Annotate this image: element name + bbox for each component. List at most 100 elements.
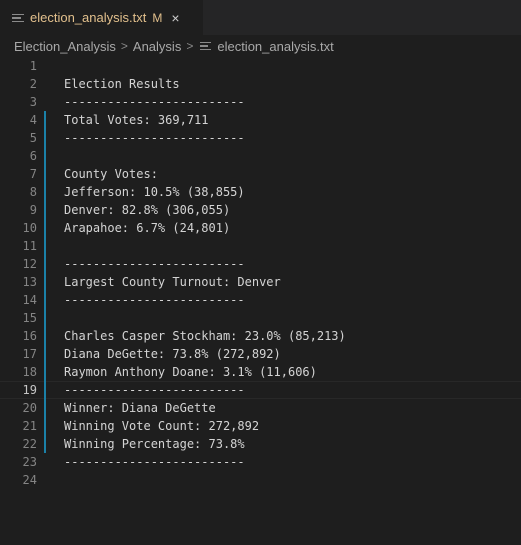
gutter-modified-indicator[interactable] (44, 399, 46, 417)
editor-line[interactable]: 13 Largest County Turnout: Denver (0, 273, 521, 291)
editor-line[interactable]: 23 ------------------------- (0, 453, 521, 471)
editor[interactable]: 1 2 Election Results 3 ---------------------… (0, 57, 521, 545)
editor-line[interactable]: 15 (0, 309, 521, 327)
line-number: 4 (29, 113, 37, 127)
editor-line[interactable]: 24 (0, 471, 521, 489)
code-text: ------------------------- (64, 383, 245, 397)
gutter-modified-indicator[interactable] (44, 291, 46, 309)
editor-line[interactable]: 11 (0, 237, 521, 255)
line-number: 18 (22, 365, 37, 379)
line-number: 17 (22, 347, 37, 361)
editor-line[interactable]: 7 County Votes: (0, 165, 521, 183)
code-text: Raymon Anthony Doane: 3.1% (11,606) (64, 365, 317, 379)
gutter-modified-indicator[interactable] (44, 129, 46, 147)
editor-line[interactable]: 19 ------------------------- (0, 381, 521, 399)
code-text: ------------------------- (64, 455, 245, 469)
gutter-modified-indicator[interactable] (44, 363, 46, 381)
code-text: Election Results (64, 77, 180, 91)
gutter-modified-indicator[interactable] (44, 147, 46, 165)
gutter-modified-indicator[interactable] (44, 219, 46, 237)
gutter-modified-indicator[interactable] (44, 111, 46, 129)
line-number: 1 (29, 59, 37, 73)
code-text: ------------------------- (64, 95, 245, 109)
line-number: 13 (22, 275, 37, 289)
breadcrumb-item-file[interactable]: election_analysis.txt (217, 39, 333, 54)
code-text: Diana DeGette: 73.8% (272,892) (64, 347, 281, 361)
editor-line[interactable]: 6 (0, 147, 521, 165)
editor-line[interactable]: 20 Winner: Diana DeGette (0, 399, 521, 417)
line-number: 8 (29, 185, 37, 199)
chevron-right-icon: > (186, 39, 194, 53)
code-text: Total Votes: 369,711 (64, 113, 209, 127)
editor-line[interactable]: 2 Election Results (0, 75, 521, 93)
line-number: 9 (29, 203, 37, 217)
code-text: Winning Percentage: 73.8% (64, 437, 245, 451)
code-text: Denver: 82.8% (306,055) (64, 203, 231, 217)
editor-line[interactable]: 16 Charles Casper Stockham: 23.0% (85,213… (0, 327, 521, 345)
gutter-modified-indicator[interactable] (44, 381, 46, 399)
gutter-modified-indicator[interactable] (44, 273, 46, 291)
gutter-modified-indicator[interactable] (44, 165, 46, 183)
line-number: 6 (29, 149, 37, 163)
editor-line[interactable]: 3 ------------------------- (0, 93, 521, 111)
editor-line[interactable]: 9 Denver: 82.8% (306,055) (0, 201, 521, 219)
text-file-icon (200, 41, 212, 51)
editor-line[interactable]: 10 Arapahoe: 6.7% (24,801) (0, 219, 521, 237)
line-number: 11 (22, 239, 37, 253)
line-number: 10 (22, 221, 37, 235)
line-number: 23 (22, 455, 37, 469)
code-text: ------------------------- (64, 257, 245, 271)
editor-line[interactable]: 22 Winning Percentage: 73.8% (0, 435, 521, 453)
gutter-modified-indicator[interactable] (44, 417, 46, 435)
gutter-modified-indicator[interactable] (44, 237, 46, 255)
editor-line[interactable]: 14 ------------------------- (0, 291, 521, 309)
tab-title: election_analysis.txt (30, 10, 147, 25)
gutter-modified-indicator[interactable] (44, 309, 46, 327)
line-number: 21 (22, 419, 37, 433)
line-number: 20 (22, 401, 37, 415)
gutter-modified-indicator[interactable] (44, 201, 46, 219)
editor-line[interactable]: 8 Jefferson: 10.5% (38,855) (0, 183, 521, 201)
line-number: 19 (22, 383, 37, 397)
code-text: County Votes: (64, 167, 158, 181)
breadcrumb: Election_Analysis > Analysis > election_… (0, 35, 521, 57)
code-text: Largest County Turnout: Denver (64, 275, 281, 289)
code-text: Winning Vote Count: 272,892 (64, 419, 260, 433)
chevron-right-icon: > (120, 39, 128, 53)
line-number: 5 (29, 131, 37, 145)
line-number: 2 (29, 77, 37, 91)
text-file-icon (12, 13, 24, 23)
line-number: 15 (22, 311, 37, 325)
editor-line[interactable]: 18 Raymon Anthony Doane: 3.1% (11,606) (0, 363, 521, 381)
code-text: ------------------------- (64, 293, 245, 307)
line-number: 12 (22, 257, 37, 271)
line-number: 14 (22, 293, 37, 307)
gutter-modified-indicator[interactable] (44, 255, 46, 273)
editor-line[interactable]: 4 Total Votes: 369,711 (0, 111, 521, 129)
tab-bar: election_analysis.txt M × (0, 0, 521, 35)
code-text: Winner: Diana DeGette (64, 401, 216, 415)
editor-line[interactable]: 12 ------------------------- (0, 255, 521, 273)
line-number: 22 (22, 437, 37, 451)
tab-election-analysis[interactable]: election_analysis.txt M × (0, 0, 203, 35)
line-number: 3 (29, 95, 37, 109)
editor-line[interactable]: 1 (0, 57, 521, 75)
editor-line[interactable]: 17 Diana DeGette: 73.8% (272,892) (0, 345, 521, 363)
line-number: 16 (22, 329, 37, 343)
gutter-modified-indicator[interactable] (44, 345, 46, 363)
close-icon[interactable]: × (171, 11, 179, 25)
gutter-modified-indicator[interactable] (44, 183, 46, 201)
code-text: Jefferson: 10.5% (38,855) (64, 185, 245, 199)
code-text: ------------------------- (64, 131, 245, 145)
breadcrumb-item-analysis[interactable]: Analysis (133, 39, 181, 54)
gutter-modified-indicator[interactable] (44, 327, 46, 345)
modified-indicator: M (152, 10, 163, 25)
editor-line[interactable]: 21 Winning Vote Count: 272,892 (0, 417, 521, 435)
editor-line[interactable]: 5 ------------------------- (0, 129, 521, 147)
code-text: Charles Casper Stockham: 23.0% (85,213) (64, 329, 346, 343)
code-text: Arapahoe: 6.7% (24,801) (64, 221, 231, 235)
breadcrumb-item-election-analysis[interactable]: Election_Analysis (14, 39, 116, 54)
line-number: 7 (29, 167, 37, 181)
line-number: 24 (22, 473, 37, 487)
gutter-modified-indicator[interactable] (44, 435, 46, 453)
